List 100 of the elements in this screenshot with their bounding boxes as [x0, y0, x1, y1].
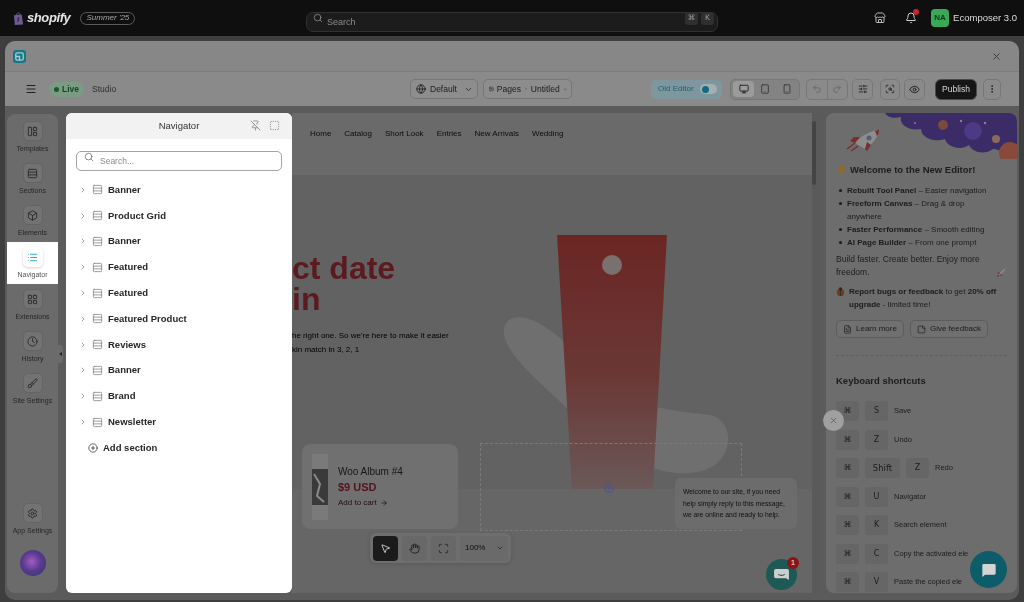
- nav-link[interactable]: Catalog: [344, 128, 372, 140]
- inspect-button[interactable]: [880, 78, 900, 100]
- chevron-icon[interactable]: [79, 289, 87, 298]
- keyboard-key: ⌘: [836, 429, 859, 450]
- phone-icon: [781, 84, 792, 94]
- shopping-bag-icon: [13, 11, 24, 25]
- product-price: $9 USD: [338, 479, 378, 495]
- hero-text-line: he right one. So we're here to make it easier: [292, 330, 449, 342]
- toggle-switch[interactable]: [700, 84, 717, 94]
- navigator-section-item[interactable]: Newsletter: [66, 409, 292, 435]
- close-icon: [990, 50, 1002, 62]
- navigator-section-item[interactable]: Featured: [66, 254, 292, 281]
- store-button[interactable]: [872, 10, 889, 26]
- hand-tool-button[interactable]: [402, 535, 427, 561]
- rocket-drawing: [845, 129, 881, 151]
- bullet-icon: [839, 241, 842, 244]
- nav-link[interactable]: Entries: [436, 128, 462, 140]
- navigator-section-item[interactable]: Featured Product: [66, 306, 292, 332]
- more-button[interactable]: [983, 78, 1001, 100]
- close-icon: [829, 416, 838, 425]
- eye-icon: [909, 83, 920, 95]
- plus-circle-icon: [88, 442, 98, 453]
- settings-sliders-button[interactable]: [852, 78, 873, 100]
- old-editor-button[interactable]: Old Editor: [651, 79, 722, 99]
- bell-icon: [905, 12, 918, 24]
- keyboard-key: K: [865, 515, 888, 535]
- navigator-search-field[interactable]: Search...: [76, 151, 282, 171]
- publish-button[interactable]: Publish: [935, 78, 977, 100]
- add-circle-icon[interactable]: [604, 483, 614, 493]
- rocket-icon: [997, 268, 1006, 277]
- desktop-view-button[interactable]: [733, 81, 754, 97]
- chevron-icon[interactable]: [79, 314, 87, 323]
- monitor-icon: [738, 84, 749, 94]
- keyboard-key: Shift: [865, 458, 900, 478]
- hero-heading-line: in: [292, 284, 321, 315]
- navigator-section-item[interactable]: Banner: [66, 177, 292, 203]
- navigator-section-item[interactable]: Banner: [66, 357, 292, 384]
- navigator-section-item[interactable]: Product Grid: [66, 202, 292, 229]
- search-icon: [84, 152, 94, 162]
- pin-off-icon[interactable]: [250, 120, 261, 131]
- section-rows-icon: [92, 339, 103, 351]
- chevron-icon[interactable]: [79, 392, 87, 401]
- app-logo-icon: [13, 49, 26, 63]
- chevron-icon[interactable]: [79, 185, 87, 194]
- chevron-icon[interactable]: [79, 366, 87, 375]
- arrow-right-icon: [379, 498, 388, 507]
- add-section-button[interactable]: Add section: [66, 434, 158, 461]
- redo-icon: [832, 84, 843, 94]
- product-title: Woo Album #4: [338, 464, 403, 479]
- chevron-icon[interactable]: [79, 263, 87, 272]
- focus-frame-icon: [438, 542, 449, 554]
- preview-button[interactable]: [904, 78, 925, 100]
- feature-item: AI Page Builder – From one prompt: [847, 237, 978, 249]
- navigator-section-item[interactable]: Reviews: [66, 331, 292, 358]
- dashed-square-icon[interactable]: [269, 120, 280, 131]
- navigator-section-item[interactable]: Banner: [66, 228, 292, 255]
- store-name[interactable]: Ecomposer 3.0: [953, 10, 1017, 26]
- gradient-orb-icon[interactable]: [19, 550, 46, 576]
- keyboard-key: Z: [906, 458, 929, 478]
- undo-icon: [811, 84, 822, 94]
- navigator-section-item[interactable]: Brand: [66, 383, 292, 410]
- status-text: Live: [62, 82, 79, 96]
- chevron-icon[interactable]: [79, 211, 87, 220]
- notifications-button[interactable]: [903, 10, 920, 26]
- select-tool-button[interactable]: [373, 535, 398, 561]
- nav-link[interactable]: New Arrivals: [474, 128, 519, 140]
- toggle-knob-icon: [701, 85, 709, 93]
- keyboard-key: Z: [865, 429, 888, 450]
- give-feedback-button[interactable]: Give feedback: [909, 320, 989, 338]
- keyboard-key: S: [865, 401, 888, 421]
- bullet-icon: [839, 189, 842, 192]
- hero-text-line: kin match in 3, 2, 1: [292, 344, 360, 356]
- rows-icon: [22, 163, 43, 183]
- zoom-dropdown[interactable]: 100%: [460, 535, 508, 561]
- navigator-section-item[interactable]: Featured: [66, 280, 292, 306]
- shopify-wordmark[interactable]: shopify: [27, 8, 71, 28]
- account-avatar[interactable]: NA: [931, 9, 950, 27]
- bullet-icon: [839, 228, 842, 231]
- note-icon: [916, 324, 926, 334]
- theme-dropdown[interactable]: Default: [410, 79, 478, 99]
- section-rows-icon: [92, 287, 103, 299]
- keyboard-key: ⌘: [836, 543, 859, 564]
- list-icon: [22, 247, 43, 267]
- close-button[interactable]: [990, 50, 1002, 62]
- shortcuts-title: Keyboard shortcuts: [836, 375, 927, 387]
- add-to-cart-link[interactable]: Add to cart: [338, 496, 403, 509]
- collapse-handle[interactable]: [58, 345, 63, 363]
- chevron-icon[interactable]: [79, 418, 87, 427]
- nav-link[interactable]: Wedding: [532, 128, 564, 140]
- learn-more-button[interactable]: Learn more: [836, 320, 904, 338]
- layout-icon: [22, 121, 43, 141]
- chevron-icon[interactable]: [79, 340, 87, 349]
- nav-link[interactable]: Short Look: [384, 128, 424, 140]
- chevron-icon[interactable]: [79, 237, 87, 246]
- page-dropdown[interactable]: Pages Untitled: [483, 79, 572, 99]
- focus-tool-button[interactable]: [431, 535, 456, 561]
- triangle-left-icon: [59, 352, 62, 356]
- nav-link[interactable]: Home: [310, 128, 332, 140]
- menu-button[interactable]: [25, 83, 37, 95]
- store-icon: [874, 12, 887, 24]
